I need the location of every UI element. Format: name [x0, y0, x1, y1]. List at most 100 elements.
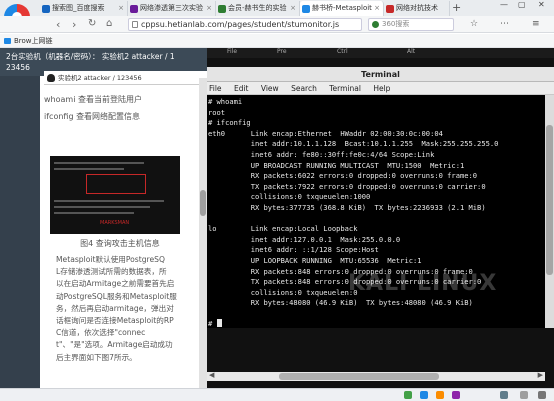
- tab-favicon-icon: [42, 5, 50, 13]
- vm-tab-label: 实验机2 attacker / 123456: [58, 74, 142, 82]
- figure-text-line: [54, 162, 144, 164]
- guide-article: whoami 查看当前登陆用户 ifconfig 查看网络配置信息: [44, 94, 196, 127]
- guide-scrollbar-thumb[interactable]: [200, 190, 206, 216]
- menu-view[interactable]: View: [261, 84, 279, 93]
- menu-search[interactable]: Search: [291, 84, 317, 93]
- download-icon[interactable]: [500, 391, 508, 399]
- browser-tab[interactable]: 会员-赫书生的实验 ×: [216, 1, 300, 16]
- menu-help[interactable]: Help: [373, 84, 390, 93]
- bookmarks-bar: Brow上网链: [0, 34, 554, 48]
- tab-label: 网络渗透第三次实验: [140, 4, 203, 12]
- guide-body-text: Metasploit默认使用PostgreSQ L存储渗透测试所需的数据表，所 …: [56, 254, 198, 364]
- tab-close-icon[interactable]: ×: [206, 1, 212, 16]
- tab-close-icon[interactable]: ×: [290, 1, 296, 16]
- vm-toolbar-item[interactable]: Alt: [407, 48, 415, 55]
- vm-toolbar-item[interactable]: File: [227, 48, 237, 55]
- status-icon[interactable]: [452, 391, 460, 399]
- lock-icon: [132, 21, 138, 28]
- linux-tux-icon: [47, 74, 55, 82]
- scroll-left-icon[interactable]: ◀: [209, 371, 214, 379]
- search-engine-icon: [372, 21, 379, 28]
- status-icon[interactable]: [404, 391, 412, 399]
- guide-body-line: 动PostgreSQL服务和Metasploit服: [56, 291, 177, 301]
- tab-close-icon[interactable]: ×: [374, 1, 380, 16]
- lab-sidebar: [0, 76, 40, 388]
- menu-icon[interactable]: ≡: [532, 19, 540, 29]
- browser-tab-bar: 搜索图_百度搜索 × 网络渗透第三次实验 × 会员-赫书生的实验 × 赫书桥-M…: [0, 0, 554, 16]
- tab-label: 赫书桥-Metasploit: [312, 4, 372, 12]
- zoom-icon[interactable]: [520, 391, 528, 399]
- browser-tab[interactable]: 搜索图_百度搜索 ×: [40, 1, 128, 16]
- vm-switch-tab[interactable]: 实验机2 attacker / 123456: [44, 71, 208, 85]
- guide-body-line: 后主界面如下图7所示。: [56, 352, 137, 362]
- figure-highlight-box: [86, 174, 146, 194]
- bookmark-item[interactable]: Brow上网链: [14, 37, 53, 45]
- guide-figure-image: MARKSMAN: [50, 156, 180, 234]
- kali-watermark: KALI LINUX: [348, 271, 498, 296]
- menu-file[interactable]: File: [209, 84, 222, 93]
- reload-button[interactable]: ↻: [88, 18, 96, 29]
- guide-line: ifconfig 查看网络配置信息: [44, 111, 141, 121]
- tab-close-icon[interactable]: ×: [118, 1, 124, 16]
- guide-body-line: L存储渗透测试所需的数据表，所: [56, 267, 167, 277]
- tab-label: 搜索图_百度搜索: [52, 4, 105, 12]
- home-button[interactable]: ⌂: [106, 18, 112, 29]
- forward-button[interactable]: ›: [72, 18, 76, 31]
- minimize-button[interactable]: —: [500, 0, 508, 9]
- guide-body-line: 话框询问是否连接Metasploit的RP: [56, 316, 174, 326]
- menu-terminal[interactable]: Terminal: [329, 84, 361, 93]
- vm-horizontal-scrollbar[interactable]: ◀ ▶: [207, 371, 545, 381]
- figure-text-line: [54, 168, 124, 170]
- status-icon[interactable]: [420, 391, 428, 399]
- browser-status-bar: [0, 388, 554, 401]
- favorites-star-icon[interactable]: ☆: [470, 19, 478, 29]
- browser-tab[interactable]: 网络对抗技术: [384, 1, 450, 16]
- back-button[interactable]: ‹: [56, 18, 60, 31]
- figure-brand-text: MARKSMAN: [100, 220, 130, 226]
- close-window-button[interactable]: ✕: [538, 0, 545, 9]
- maximize-button[interactable]: ▢: [518, 0, 526, 9]
- menu-edit[interactable]: Edit: [234, 84, 249, 93]
- lab-machine-info-line: 2台实验机（机器名/密码）： 实验机2 attacker / 1: [6, 52, 175, 61]
- url-text: cppsu.hetianlab.com/pages/student/stumon…: [141, 20, 340, 29]
- more-tools-icon[interactable]: ⋯: [500, 19, 509, 29]
- tab-favicon-icon: [386, 5, 394, 13]
- browser-tab-active[interactable]: 赫书桥-Metasploit ×: [300, 1, 384, 16]
- new-tab-button[interactable]: +: [452, 1, 461, 14]
- guide-body-line: Metasploit默认使用PostgreSQ: [56, 255, 165, 264]
- figure-text-line: [54, 212, 134, 214]
- terminal-scrollbar[interactable]: [545, 95, 554, 328]
- address-bar[interactable]: cppsu.hetianlab.com/pages/student/stumon…: [128, 18, 362, 31]
- vm-toolbar-item[interactable]: Pre: [277, 48, 287, 55]
- search-placeholder: 360搜索: [382, 20, 410, 28]
- terminal-cursor: [216, 319, 222, 328]
- tab-favicon-icon: [302, 5, 310, 13]
- guide-body-line: t"、"是"选项。Armitage启动成功: [56, 340, 173, 350]
- scroll-right-icon[interactable]: ▶: [538, 371, 543, 379]
- guide-body-line: C信道，依次选择"connec: [56, 328, 146, 338]
- figure-caption: 图4 查询攻击主机信息: [80, 239, 160, 248]
- figure-text-line: [54, 206, 150, 208]
- tab-favicon-icon: [218, 5, 226, 13]
- terminal-menu-bar: File Edit View Search Terminal Help: [207, 82, 554, 95]
- vm-toolbar-item[interactable]: Ctrl: [337, 48, 348, 55]
- sound-icon[interactable]: [538, 391, 546, 399]
- figure-text-line: [54, 200, 164, 202]
- tab-favicon-icon: [130, 5, 138, 13]
- kali-desktop-lower: [207, 328, 554, 366]
- guide-scrollbar[interactable]: [199, 78, 207, 388]
- vm-console-toolbar: File Pre Ctrl Alt: [207, 48, 554, 58]
- status-icon[interactable]: [436, 391, 444, 399]
- guide-body-line: 以在启动Armitage之前需要首先启: [56, 279, 175, 289]
- terminal-scrollbar-thumb[interactable]: [546, 125, 553, 275]
- terminal-title-bar[interactable]: Terminal: [207, 67, 554, 82]
- tab-label: 会员-赫书生的实验: [228, 4, 287, 12]
- guide-body-line: 务，然后再启动armitage，弹出对: [56, 303, 174, 313]
- guide-line: whoami 查看当前登陆用户: [44, 95, 142, 104]
- browser-tab[interactable]: 网络渗透第三次实验 ×: [128, 1, 216, 16]
- tab-label: 网络对抗技术: [396, 4, 438, 12]
- browser-nav-bar: ‹ › ↻ ⌂ cppsu.hetianlab.com/pages/studen…: [0, 16, 554, 33]
- search-input[interactable]: 360搜索: [368, 18, 454, 31]
- vm-horizontal-scrollbar-thumb[interactable]: [279, 373, 439, 380]
- bookmark-folder-icon: [4, 38, 11, 44]
